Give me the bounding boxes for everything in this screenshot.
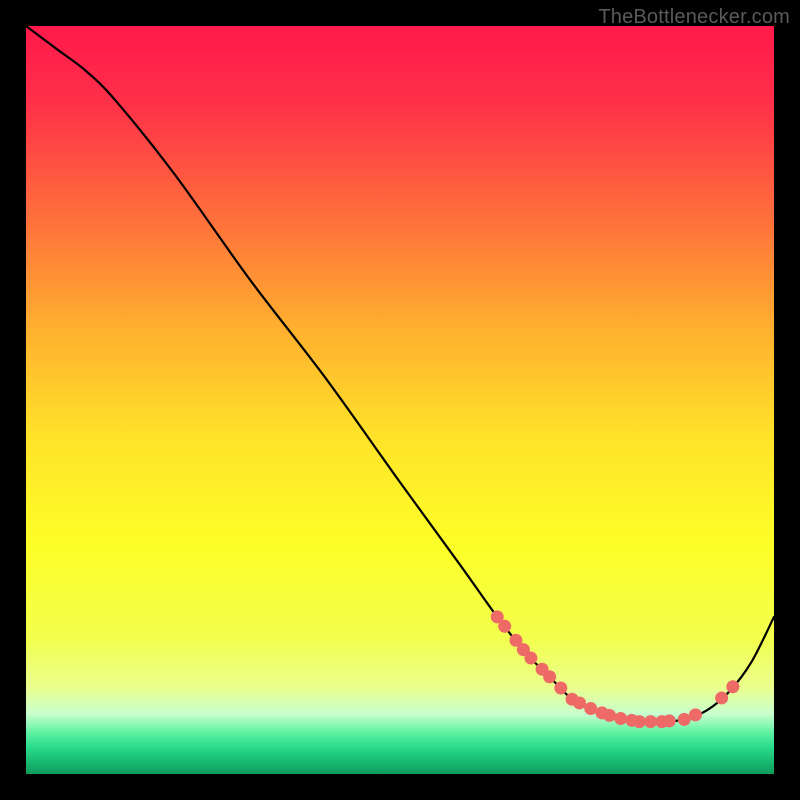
data-marker xyxy=(584,702,597,715)
data-marker xyxy=(663,714,676,727)
data-marker xyxy=(554,681,567,694)
plot-area xyxy=(26,26,774,774)
data-marker xyxy=(633,715,646,728)
data-marker xyxy=(524,652,537,665)
data-marker xyxy=(715,691,728,704)
gradient-background xyxy=(26,26,774,774)
chart-frame: TheBottlenecker.com xyxy=(0,0,800,800)
data-marker xyxy=(573,696,586,709)
data-marker xyxy=(726,680,739,693)
data-marker xyxy=(689,708,702,721)
chart-svg xyxy=(26,26,774,774)
data-marker xyxy=(678,713,691,726)
data-marker xyxy=(644,715,657,728)
data-marker xyxy=(543,670,556,683)
data-marker xyxy=(603,709,616,722)
data-marker xyxy=(614,712,627,725)
data-marker xyxy=(498,620,511,633)
